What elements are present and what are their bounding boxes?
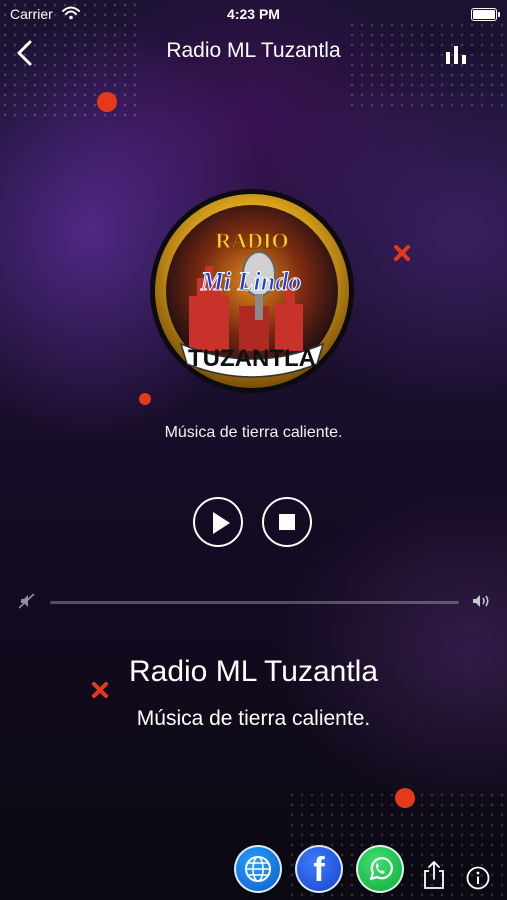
stop-button[interactable] (262, 497, 312, 547)
play-icon (213, 512, 230, 534)
logo-top-text: RADIO (215, 228, 288, 253)
whatsapp-icon (369, 857, 393, 881)
share-icon (424, 860, 444, 889)
logo-script-text: Mi Lindo (200, 267, 301, 296)
station-title: Radio ML Tuzantla (128, 655, 379, 688)
navigation-bar: Radio ML Tuzantla (0, 30, 507, 74)
radio-player-screen: Carrier 4:23 PM Radio ML Tuzantla RADIO … (0, 0, 507, 900)
battery-icon (471, 8, 500, 21)
share-button[interactable] (421, 860, 447, 890)
stats-bars-icon (446, 46, 466, 64)
volume-slider[interactable] (50, 601, 459, 604)
clock-time: 4:23 PM (227, 6, 280, 22)
logo-bottom-text: TUZANTLA (188, 345, 316, 372)
speaker-loud-icon (473, 595, 489, 607)
info-icon (466, 866, 490, 890)
orange-x-decoration (394, 245, 410, 261)
station-logo: RADIO Mi Lindo TUZANTLA (150, 189, 354, 393)
play-button[interactable] (193, 497, 243, 547)
info-button[interactable] (466, 866, 490, 890)
orange-circle-decoration (395, 788, 415, 808)
facebook-icon: f (313, 851, 325, 889)
status-bar: Carrier 4:23 PM (0, 0, 507, 28)
globe-icon (245, 856, 271, 882)
speaker-mute-icon (18, 593, 35, 609)
page-title: Radio ML Tuzantla (166, 39, 341, 62)
station-subtitle: Música de tierra caliente. (136, 707, 371, 730)
volume-control (0, 590, 507, 614)
orange-circle-decoration (97, 92, 117, 112)
stats-button[interactable] (445, 44, 471, 64)
facebook-button[interactable]: f (295, 845, 343, 893)
website-button[interactable] (234, 845, 282, 893)
whatsapp-button[interactable] (356, 845, 404, 893)
station-description: Música de tierra caliente. (164, 424, 343, 441)
stop-icon (279, 514, 295, 530)
